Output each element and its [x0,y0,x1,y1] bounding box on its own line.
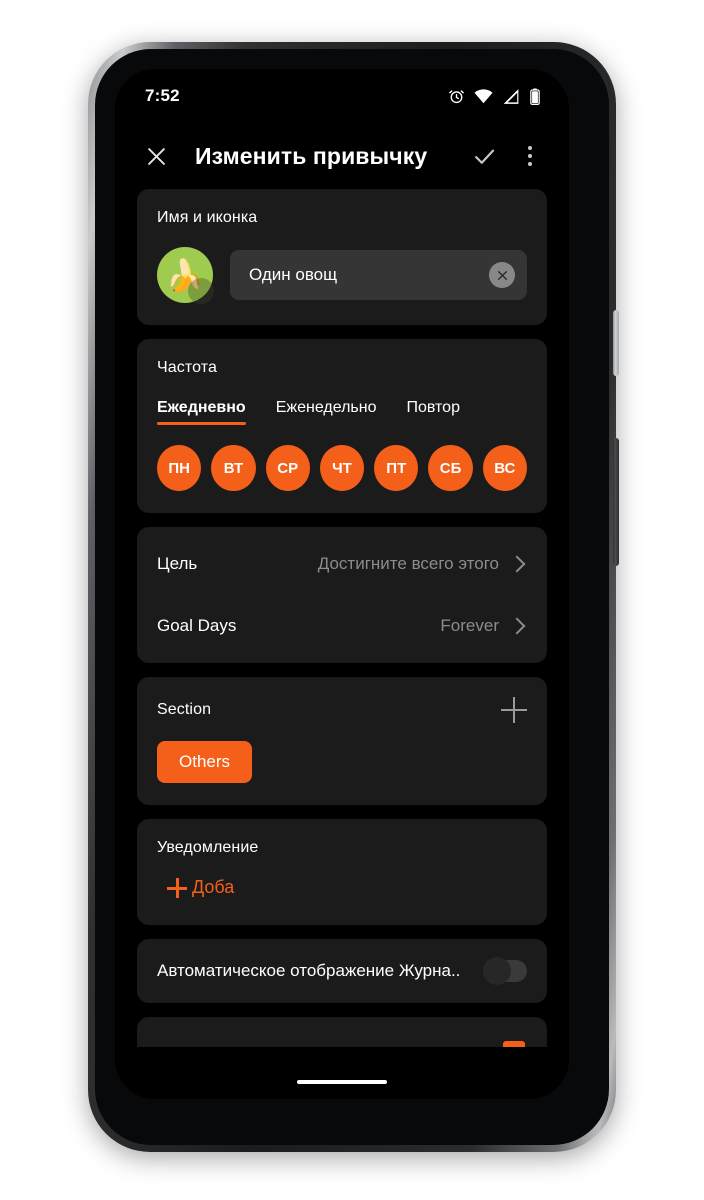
add-notification-label: Доба [192,877,235,897]
weekday-wed[interactable]: СР [265,445,310,491]
auto-log-label: Автоматическое отображение Журна.. [157,960,461,980]
settings-form[interactable]: Имя и иконка 🍌 Один овощ Частота Ежеднев… [115,189,569,1065]
close-icon [147,147,165,165]
more-vertical-icon [528,154,532,158]
notification-section-title: Уведомление [157,839,259,856]
save-button[interactable] [467,139,501,173]
tab-weekly[interactable]: Еженедельно [276,399,377,425]
name-row: 🍌 Один овощ [157,247,527,304]
chevron-right-icon [508,617,526,635]
clear-circle-icon [497,270,507,280]
frequency-card: Частота Ежедневно Еженедельно Повтор ПН … [137,339,547,513]
more-vertical-icon [528,162,532,166]
goal-row[interactable]: Цель Достигните всего этого [157,533,527,595]
goal-days-label: Goal Days [157,616,237,635]
weekday-tue[interactable]: ВТ [211,445,256,491]
goal-label: Цель [157,554,198,573]
goal-value: Достигните всего этого [317,554,499,573]
battery-icon [530,87,540,105]
phone-device: 7:52 Изменить привычку Имя и иконка 🍌 Од… [88,42,616,1152]
signal-icon [503,88,519,104]
goal-days-row[interactable]: Goal Days Forever [157,595,527,657]
overflow-menu-button[interactable] [517,139,543,173]
check-icon [474,149,494,164]
plus-icon [167,877,187,898]
more-vertical-icon [528,146,532,150]
section-card: Section Others [137,677,547,805]
name-section-title: Имя и иконка [157,209,258,226]
section-chip-list: Others [157,741,527,783]
phone-bezel: 7:52 Изменить привычку Имя и иконка 🍌 Од… [95,49,609,1145]
app-bar: Изменить привычку [115,123,569,189]
home-indicator[interactable] [297,1080,387,1084]
goal-card: Цель Достигните всего этого Goal Days Fo… [137,527,547,663]
habit-avatar[interactable]: 🍌 [157,247,214,304]
tab-daily[interactable]: Ежедневно [157,399,246,425]
weekday-selector: ПН ВТ СР ЧТ ПТ СБ ВС [157,445,527,491]
weekday-mon[interactable]: ПН [157,445,202,491]
alarm-icon [449,89,464,103]
weekday-sun[interactable]: ВС [482,445,527,491]
auto-log-card: Автоматическое отображение Журна.. [137,938,547,1003]
close-button[interactable] [139,139,173,173]
wifi-icon [474,88,493,103]
app-screen: 7:52 Изменить привычку Имя и иконка 🍌 Од… [115,69,569,1099]
page-title: Изменить привычку [195,142,428,169]
weekday-thu[interactable]: ЧТ [319,445,365,491]
chevron-right-icon [508,555,526,573]
frequency-tabs: Ежедневно Еженедельно Повтор [157,399,527,425]
auto-log-toggle[interactable] [483,956,527,985]
section-header: Section [157,697,527,723]
add-section-button[interactable] [501,697,527,723]
habit-name-input[interactable]: Один овощ [230,250,527,300]
add-notification-button[interactable]: Доба [157,877,234,898]
status-bar-icons [448,87,541,105]
next-card-accent [503,1040,525,1047]
navigation-bar [115,1065,569,1099]
toggle-knob [483,956,511,985]
next-card-peek [137,1016,547,1047]
section-chip-others[interactable]: Others [157,741,253,783]
weekday-sat[interactable]: СБ [428,445,473,491]
status-bar-time: 7:52 [145,86,180,105]
habit-name-value: Один овощ [249,265,338,284]
goal-days-value: Forever [440,616,499,635]
weekday-fri[interactable]: ПТ [374,445,419,491]
tab-repeat[interactable]: Повтор [406,399,460,425]
power-button[interactable] [613,310,619,376]
name-and-icon-card: Имя и иконка 🍌 Один овощ [137,189,547,325]
avatar-edit-overlay [188,278,214,304]
frequency-section-title: Частота [157,359,218,376]
status-bar: 7:52 [115,69,569,123]
clear-input-button[interactable] [489,262,515,288]
section-title: Section [157,701,212,718]
notification-card: Уведомление Доба [137,819,547,925]
volume-rocker[interactable] [613,438,619,566]
phone-screen: 7:52 Изменить привычку Имя и иконка 🍌 Од… [115,69,569,1099]
